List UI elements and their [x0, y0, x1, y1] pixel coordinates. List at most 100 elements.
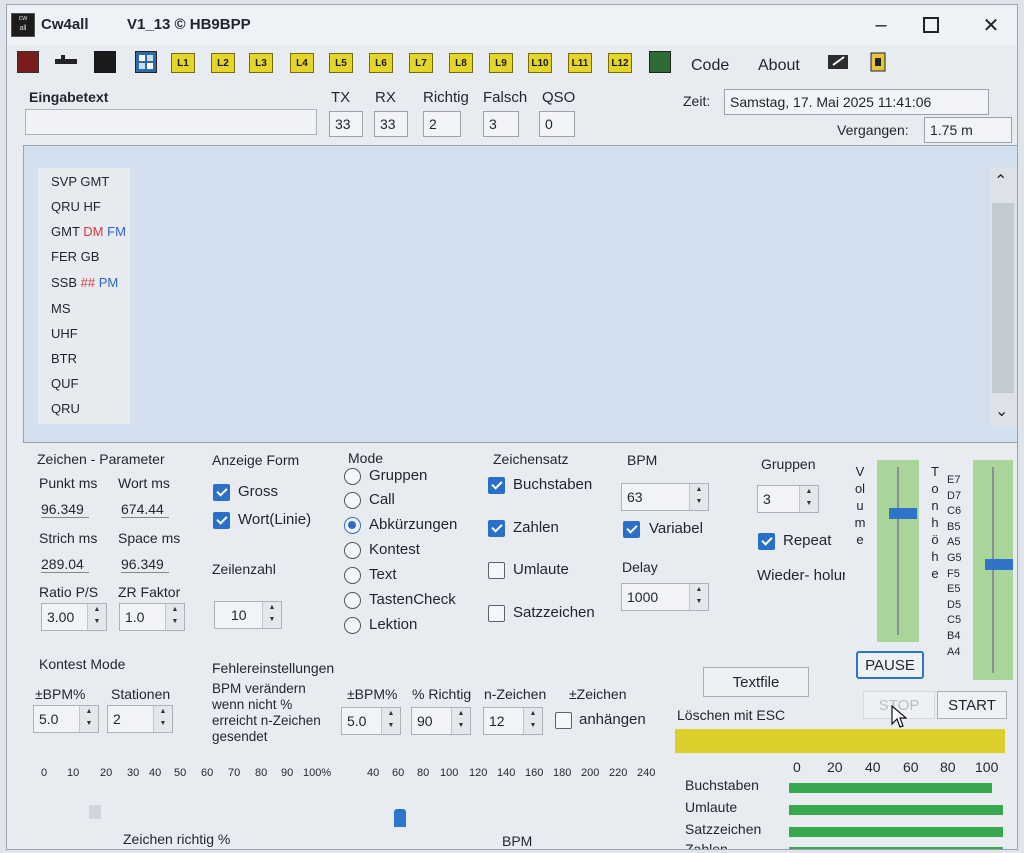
zahlen-label: Zahlen [513, 519, 559, 536]
spinner-arrows-icon[interactable]: ▲ ▼ [689, 484, 708, 510]
scrollbar[interactable]: ⌃ ⌄ [990, 167, 1017, 427]
anhaengen-checkbox[interactable] [555, 712, 572, 729]
start-button[interactable]: START [937, 691, 1007, 719]
record-icon[interactable] [17, 51, 39, 73]
bpm-scale-thumb[interactable] [394, 809, 406, 827]
black-square-icon[interactable] [94, 51, 116, 73]
note-label: D5 [947, 598, 962, 611]
buchstaben-checkbox[interactable] [488, 477, 505, 494]
delay-spinner[interactable]: 1000 ▲ ▼ [621, 583, 709, 611]
gruppen-spinner[interactable]: 3 ▲ ▼ [757, 485, 819, 513]
menu-about[interactable]: About [758, 57, 800, 75]
bpm-spinner[interactable]: 63 ▲ ▼ [621, 483, 709, 511]
variabel-label: Variabel [649, 520, 703, 537]
mode-radio-abkuerzungen[interactable] [344, 517, 361, 534]
spinner-arrows-icon[interactable]: ▲ ▼ [799, 486, 818, 512]
gross-checkbox[interactable] [213, 484, 230, 501]
green-grid-icon[interactable] [649, 51, 671, 73]
lesson-button-6[interactable]: L6 [369, 53, 393, 73]
wort-ms-label: Wort ms [118, 475, 170, 491]
scroll-down-icon[interactable]: ⌄ [995, 401, 1008, 421]
zeit-value: Samstag, 17. Mai 2025 11:41:06 [724, 89, 989, 115]
abbr-row: QUF [51, 376, 79, 391]
file-icon[interactable] [867, 51, 889, 73]
spinner-arrows-icon[interactable]: ▲ ▼ [451, 708, 470, 734]
rx-label: RX [375, 89, 396, 106]
lesson-button-8[interactable]: L8 [449, 53, 473, 73]
eingabetext-input[interactable] [25, 109, 317, 135]
satzzeichen-checkbox[interactable] [488, 605, 505, 622]
lesson-button-1[interactable]: L1 [171, 53, 195, 73]
gruppen-value: 3 [763, 491, 771, 507]
vergangen-value: 1.75 m [924, 117, 1012, 143]
mode-radio-gruppen[interactable] [344, 468, 361, 485]
spinner-arrows-icon[interactable]: ▲ ▼ [165, 604, 184, 630]
fehler-title: Fehlereinstellungen [212, 660, 335, 676]
scale-tick: 160 [525, 767, 544, 779]
kontest-bpm-value: 5.0 [39, 711, 59, 727]
close-button[interactable]: ✕ [971, 11, 1011, 39]
tonhoehe-label: Tonhöhe [931, 464, 939, 581]
scroll-up-icon[interactable]: ⌃ [994, 171, 1007, 191]
zr-spinner[interactable]: 1.0 ▲ ▼ [119, 603, 185, 631]
scale-tick: 10 [67, 767, 80, 779]
fehler-desc-line: wenn nicht % [212, 697, 293, 712]
zeilenzahl-spinner[interactable]: 10 ▲ ▼ [214, 601, 282, 629]
ratio-spinner[interactable]: 3.00 ▲ ▼ [41, 603, 107, 631]
spinner-arrows-icon[interactable]: ▲ ▼ [523, 708, 542, 734]
maximize-button[interactable] [911, 11, 951, 39]
pause-button[interactable]: PAUSE [856, 651, 924, 679]
key-icon[interactable] [55, 51, 77, 73]
mode-radio-call[interactable] [344, 492, 361, 509]
spinner-arrows-icon[interactable]: ▲ ▼ [262, 602, 281, 628]
spinner-arrows-icon[interactable]: ▲ ▼ [87, 604, 106, 630]
settings-grid-icon[interactable] [135, 51, 157, 73]
edit-icon[interactable] [827, 51, 849, 73]
bpm-scale-label: BPM [502, 833, 533, 849]
nzeichen-spinner[interactable]: 12 ▲ ▼ [483, 707, 543, 735]
correct-percent-thumb[interactable] [89, 805, 101, 819]
scroll-thumb[interactable] [992, 203, 1014, 393]
stats-label-zahlen: Zahlen [685, 841, 728, 850]
zahlen-checkbox[interactable] [488, 520, 505, 537]
buchstaben-label: Buchstaben [513, 476, 593, 493]
scale-tick: 60 [392, 767, 405, 779]
lesson-button-11[interactable]: L11 [568, 53, 592, 73]
umlaute-checkbox[interactable] [488, 562, 505, 579]
kontest-bpm-spinner[interactable]: 5.0 ▲ ▼ [33, 705, 99, 733]
output-text-area[interactable] [23, 145, 1017, 443]
variabel-checkbox[interactable] [623, 521, 640, 538]
stats-axis: 0 20 40 60 80 100 [787, 759, 1017, 775]
volume-thumb[interactable] [889, 508, 917, 519]
spinner-arrows-icon[interactable]: ▲ ▼ [689, 584, 708, 610]
lesson-button-3[interactable]: L3 [249, 53, 273, 73]
wort-linie-checkbox[interactable] [213, 512, 230, 529]
lesson-button-12[interactable]: L12 [608, 53, 632, 73]
lesson-button-5[interactable]: L5 [329, 53, 353, 73]
menu-code[interactable]: Code [691, 57, 729, 75]
lesson-button-2[interactable]: L2 [211, 53, 235, 73]
lesson-button-10[interactable]: L10 [528, 53, 552, 73]
mode-radio-lektion[interactable] [344, 617, 361, 634]
fehler-richtig-spinner[interactable]: 90 ▲ ▼ [411, 707, 471, 735]
mode-radio-tastencheck[interactable] [344, 592, 361, 609]
lesson-button-9[interactable]: L9 [489, 53, 513, 73]
fehler-bpm-spinner[interactable]: 5.0 ▲ ▼ [341, 707, 401, 735]
spinner-arrows-icon[interactable]: ▲ ▼ [153, 706, 172, 732]
textfile-button[interactable]: Textfile [703, 667, 809, 697]
mode-radio-kontest[interactable] [344, 542, 361, 559]
spinner-arrows-icon[interactable]: ▲ ▼ [79, 706, 98, 732]
spinner-arrows-icon[interactable]: ▲ ▼ [381, 708, 400, 734]
fehler-desc-line: gesendet [212, 729, 268, 744]
umlaute-label: Umlaute [513, 561, 569, 578]
stationen-spinner[interactable]: 2 ▲ ▼ [107, 705, 173, 733]
lesson-button-4[interactable]: L4 [290, 53, 314, 73]
space-value: 96.349 [121, 556, 169, 573]
minimize-button[interactable]: – [861, 11, 901, 39]
note-label: D7 [947, 489, 962, 502]
tonhoehe-thumb[interactable] [985, 559, 1013, 570]
stats-tick: 80 [940, 759, 956, 775]
lesson-button-7[interactable]: L7 [409, 53, 433, 73]
mode-radio-text[interactable] [344, 567, 361, 584]
repeat-checkbox[interactable] [758, 533, 775, 550]
